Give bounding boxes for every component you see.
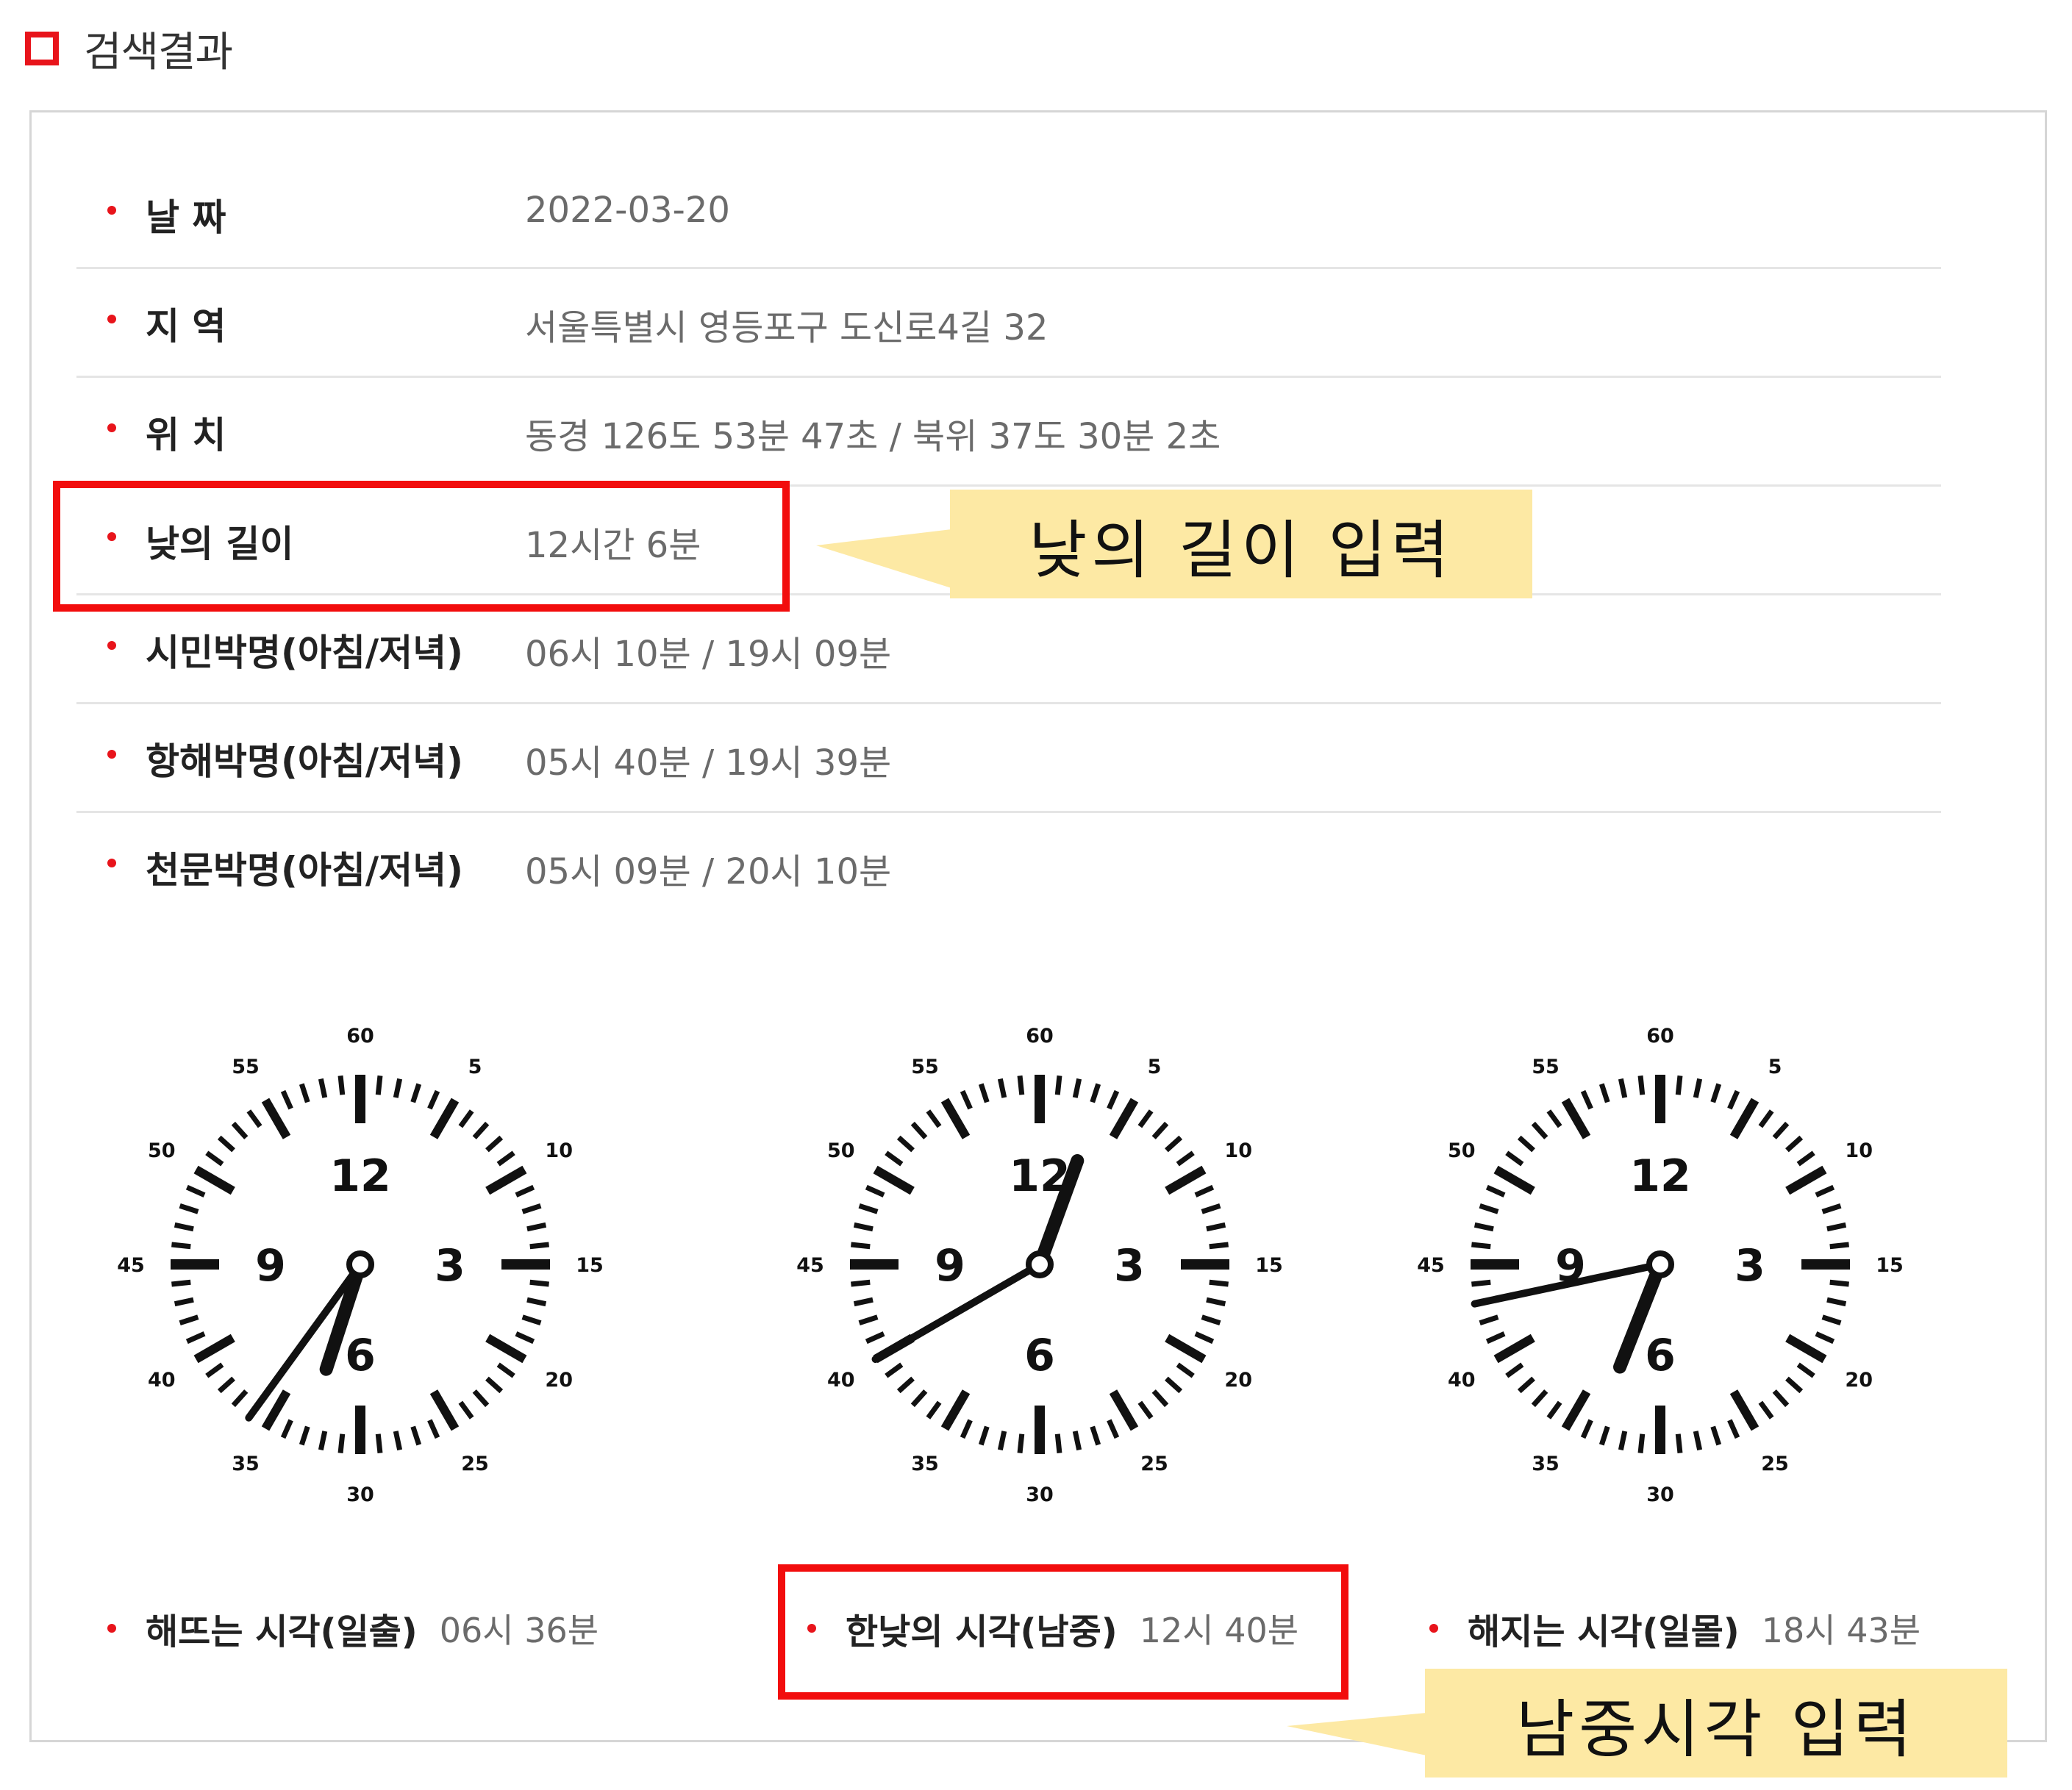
callout-pointer-transit (1287, 1713, 1426, 1755)
day-length-callout: 낮의 길이 입력 (950, 490, 1532, 598)
callout-pointers (816, 529, 1426, 1755)
transit-callout: 남중시각 입력 (1425, 1669, 2007, 1778)
callout-pointer-daylength (816, 529, 951, 588)
